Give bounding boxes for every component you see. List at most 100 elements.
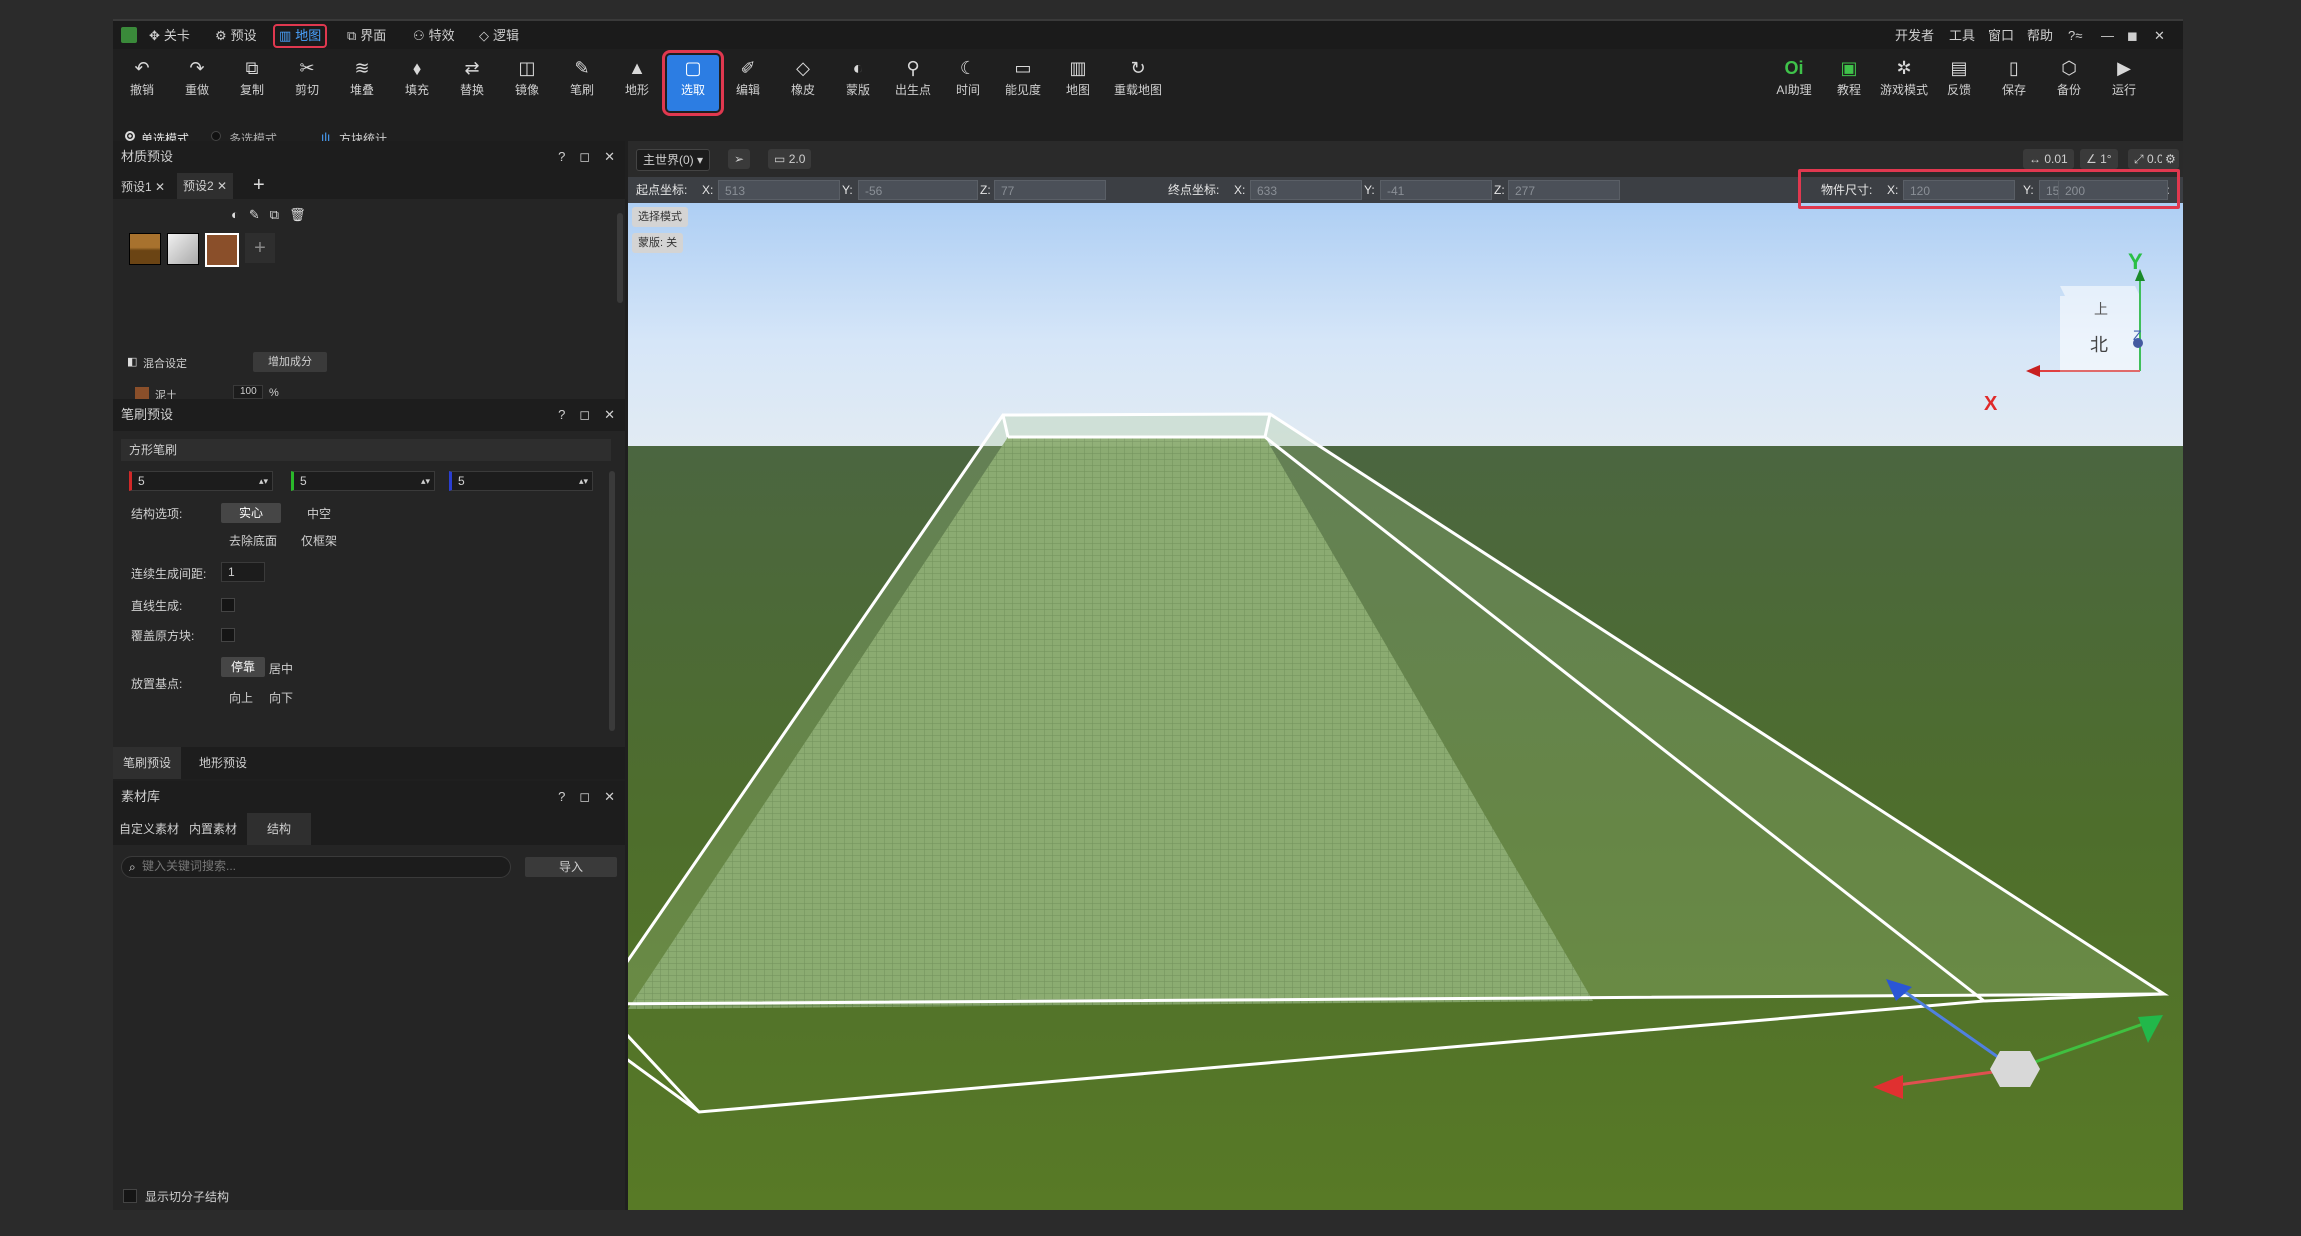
show-sub-checkbox[interactable]	[123, 1189, 137, 1203]
base-dock[interactable]: 停靠	[221, 657, 265, 677]
tab-level[interactable]: ✥ 关卡	[145, 26, 194, 46]
brush-type-header[interactable]: 方形笔刷	[121, 439, 611, 461]
spinner-icon[interactable]: ▴▾	[421, 472, 430, 490]
gap-input[interactable]: 1	[221, 562, 265, 582]
run-button[interactable]: ▶ 运行	[2098, 55, 2150, 111]
structure-frame-only[interactable]: 仅框架	[301, 532, 337, 549]
map-button[interactable]: ▥ 地图	[1052, 55, 1104, 111]
tab-builtin-assets[interactable]: 内置素材	[189, 813, 237, 845]
brush-size-z[interactable]: 5 ▴▾	[449, 471, 593, 491]
end-x-input[interactable]: 633	[1250, 180, 1362, 200]
world-dropdown[interactable]: 主世界(0) ▾	[636, 149, 711, 171]
menu-developer[interactable]: 开发者	[1895, 26, 1934, 46]
tab-brush-preset[interactable]: 笔刷预设	[113, 747, 182, 779]
tab-structure[interactable]: 结构	[247, 813, 312, 845]
tutorial-button[interactable]: ▣ 教程	[1823, 55, 1875, 111]
add-preset-icon[interactable]: +	[253, 174, 265, 197]
brush-button[interactable]: ✎ 笔刷	[556, 55, 608, 111]
structure-no-bottom[interactable]: 去除底面	[229, 532, 277, 549]
dock-icon[interactable]: ◻	[579, 399, 590, 431]
save-button[interactable]: ▯ 保存	[1988, 55, 2040, 111]
cover-checkbox[interactable]	[221, 628, 235, 642]
base-down[interactable]: 向下	[269, 689, 293, 706]
copy-button[interactable]: ⧉ 复制	[226, 55, 278, 111]
brush-size-y[interactable]: 5 ▴▾	[291, 471, 435, 491]
backup-button[interactable]: ⬡ 备份	[2043, 55, 2095, 111]
close-icon[interactable]: ✕	[604, 141, 615, 173]
menu-tools[interactable]: 工具	[1949, 26, 1975, 46]
game-mode-button[interactable]: ✲ 游戏模式	[1878, 55, 1930, 111]
material-block-chest[interactable]	[129, 233, 161, 265]
ratio-input[interactable]: 100	[233, 385, 263, 399]
spawn-point-button[interactable]: ⚲ 出生点	[887, 55, 939, 111]
tab-logic[interactable]: ◇ 逻辑	[475, 26, 523, 46]
material-block-dirt[interactable]	[205, 233, 239, 267]
scrollbar[interactable]	[617, 213, 623, 303]
tab-preset-1[interactable]: 预设1 ✕	[121, 178, 165, 195]
terrain-button[interactable]: ▲ 地形	[611, 55, 663, 111]
tab-terrain-preset[interactable]: 地形预设	[189, 747, 257, 779]
start-x-input[interactable]: 513	[718, 180, 840, 200]
tab-preset[interactable]: ⚙ 预设	[211, 26, 261, 46]
start-y-input[interactable]: -56	[858, 180, 978, 200]
end-z-input[interactable]: 277	[1508, 180, 1620, 200]
close-icon[interactable]: ✕	[604, 399, 615, 431]
reload-map-button[interactable]: ↻ 重载地图	[1107, 55, 1169, 111]
menu-window[interactable]: 窗口	[1988, 26, 2014, 46]
menu-help[interactable]: 帮助	[2027, 26, 2053, 46]
add-component-button[interactable]: 增加成分	[253, 352, 327, 372]
duplicate-icon[interactable]: ⧉	[270, 207, 279, 223]
scrollbar[interactable]	[609, 471, 615, 731]
navigate-button[interactable]: ➢	[728, 149, 751, 169]
contrast-icon[interactable]: ◐	[231, 207, 239, 223]
camera-speed[interactable]: ▭ 2.0	[768, 149, 812, 169]
edit-button[interactable]: ✐ 编辑	[722, 55, 774, 111]
structure-hollow[interactable]: 中空	[307, 505, 331, 522]
cut-button[interactable]: ✂ 剪切	[281, 55, 333, 111]
minimize-icon[interactable]: —	[2101, 26, 2114, 46]
scene-viewport[interactable]: Y X Z 上 北 主世界(0) ▾ ➢ ▭ 2.0 ↔ 0.01 ∠ 1° ⤢…	[628, 141, 2183, 1210]
snap-rotate[interactable]: ∠ 1°	[2080, 149, 2118, 169]
spinner-icon[interactable]: ▴▾	[259, 472, 268, 490]
structure-solid[interactable]: 实心	[221, 503, 281, 523]
tab-preset-2[interactable]: 预设2 ✕	[177, 173, 234, 199]
help-icon[interactable]: ?	[558, 781, 565, 813]
size-z-input[interactable]: 200	[2058, 180, 2168, 200]
visibility-button[interactable]: ▭ 能见度	[997, 55, 1049, 111]
close-icon[interactable]: ✕	[2154, 26, 2165, 46]
mirror-button[interactable]: ◫ 镜像	[501, 55, 553, 111]
end-y-input[interactable]: -41	[1380, 180, 1492, 200]
start-z-input[interactable]: 77	[994, 180, 1106, 200]
dock-icon[interactable]: ◻	[579, 781, 590, 813]
viewport-settings-button[interactable]: ⚙	[2162, 149, 2179, 169]
undo-button[interactable]: ↶ 撤销	[116, 55, 168, 111]
size-x-input[interactable]: 120	[1903, 180, 2015, 200]
tab-ui[interactable]: ⧉ 界面	[343, 26, 390, 46]
help-icon[interactable]: ?	[558, 399, 565, 431]
ai-assistant-button[interactable]: Oi AI助理	[1768, 55, 1820, 111]
import-button[interactable]: 导入	[525, 857, 617, 877]
dock-icon[interactable]: ◻	[579, 141, 590, 173]
multi-select-radio[interactable]	[211, 131, 221, 141]
redo-button[interactable]: ↷ 重做	[171, 55, 223, 111]
spinner-icon[interactable]: ▴▾	[579, 472, 588, 490]
fill-button[interactable]: ⬧ 填充	[391, 55, 443, 111]
base-center[interactable]: 居中	[269, 660, 293, 677]
maximize-icon[interactable]: ◼	[2127, 26, 2138, 46]
add-material-button[interactable]: +	[245, 233, 275, 263]
tab-effect[interactable]: ⚇ 特效	[409, 26, 459, 46]
material-block-iron[interactable]	[167, 233, 199, 265]
snap-move[interactable]: ↔ 0.01	[2023, 149, 2074, 169]
line-checkbox[interactable]	[221, 598, 235, 612]
tab-custom-assets[interactable]: 自定义素材	[119, 813, 179, 845]
mask-button[interactable]: ◐ 蒙版	[832, 55, 884, 111]
trash-icon[interactable]: 🗑	[289, 207, 306, 223]
eraser-button[interactable]: ◇ 橡皮	[777, 55, 829, 111]
feedback-button[interactable]: ▤ 反馈	[1933, 55, 1985, 111]
help-icon[interactable]: ?	[558, 141, 565, 173]
brush-size-x[interactable]: 5 ▴▾	[129, 471, 273, 491]
select-button[interactable]: ▢ 选取	[662, 50, 724, 116]
base-up[interactable]: 向上	[229, 689, 253, 706]
stack-button[interactable]: ≋ 堆叠	[336, 55, 388, 111]
help-icon[interactable]: ?≈	[2068, 26, 2082, 46]
